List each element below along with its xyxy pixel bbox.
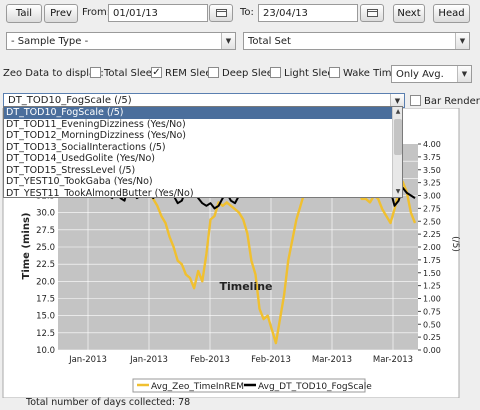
legend-label-fogscale: Avg_DT_TOD10_FogScale (258, 382, 372, 392)
set-select[interactable]: Total Set ▼ (243, 32, 470, 50)
y-tick-label: 17.5 (36, 295, 55, 305)
x-tick-label: Jan-2013 (129, 355, 168, 365)
y-tick-label: 27.5 (36, 226, 55, 236)
y-tick-label: 22.5 (36, 260, 55, 270)
y2-tick-label: 0.00 (423, 346, 441, 355)
y2-tick-label: 3.00 (423, 192, 441, 201)
chevron-down-icon: ▼ (457, 66, 471, 82)
dropdown-option[interactable]: DT_YEST11_TookAlmondButter (Yes/No) (4, 188, 402, 198)
wake-time-label: Wake Time (343, 68, 398, 79)
y2-tick-label: 4.00 (423, 140, 441, 149)
x-tick-label: Feb-2013 (251, 355, 291, 365)
y-tick-label: 30.0 (36, 209, 55, 219)
dropdown-option[interactable]: DT_TOD15_StressLevel (/5) (4, 165, 402, 177)
chevron-down-icon: ▼ (221, 33, 235, 49)
light-sleep-checkbox[interactable] (270, 67, 281, 78)
y2-tick-label: 2.25 (423, 230, 441, 239)
calendar-icon (366, 9, 378, 17)
y-tick-label: 12.5 (36, 329, 55, 339)
y-tick-label: 20.0 (36, 277, 55, 287)
x-tick-label: Jan-2013 (68, 355, 107, 365)
y2-tick-label: 0.25 (423, 333, 441, 342)
scroll-down-icon[interactable]: ▼ (393, 187, 402, 197)
bar-renderer-checkbox[interactable] (410, 95, 421, 106)
from-label: From: (82, 7, 111, 18)
legend-label-rem: Avg_Zeo_TimeInREM (151, 382, 244, 392)
zeo-data-label: Zeo Data to display: (3, 68, 104, 79)
from-date-field[interactable]: 01/01/13 (108, 4, 208, 22)
wake-time-checkbox[interactable] (329, 67, 340, 78)
y2-tick-label: 0.75 (423, 307, 441, 316)
y-tick-label: 25.0 (36, 243, 55, 253)
scroll-up-icon[interactable]: ▲ (393, 107, 402, 117)
calendar-icon (215, 9, 227, 17)
y2-tick-label: 1.50 (423, 269, 441, 278)
head-button[interactable]: Head (433, 4, 470, 23)
y2-tick-label: 2.00 (423, 243, 441, 252)
x-tick-label: Feb-2013 (190, 355, 230, 365)
set-value: Total Set (248, 35, 291, 47)
zeo-mode-select[interactable]: Only Avg. ▼ (391, 65, 472, 83)
to-date-field[interactable]: 23/04/13 (258, 4, 358, 22)
tail-button[interactable]: Tail (6, 4, 42, 23)
y-axis-label: Time (mins) (21, 213, 32, 280)
y-tick-label: 15.0 (36, 312, 55, 322)
sample-type-value: - Sample Type - (11, 35, 89, 47)
chevron-down-icon: ▼ (455, 33, 469, 49)
y-tick-label: 10.0 (36, 346, 55, 356)
prev-button[interactable]: Prev (44, 4, 78, 23)
y2-axis-label: (/5) (450, 236, 460, 252)
y2-tick-label: 1.00 (423, 295, 441, 304)
y2-tick-label: 3.50 (423, 166, 441, 175)
x-axis-label: Timeline (219, 280, 272, 293)
dropdown-option[interactable]: DT_TOD11_EveningDizziness (Yes/No) (4, 119, 402, 131)
x-tick-label: Mar-2013 (312, 355, 352, 365)
days-collected-label: Total number of days collected: 78 (26, 397, 191, 408)
y2-tick-label: 3.75 (423, 153, 441, 162)
dropdown-option[interactable]: DT_YEST10_TookGaba (Yes/No) (4, 176, 402, 188)
y2-tick-label: 1.25 (423, 282, 441, 291)
variable-selected-value: DT_TOD10_FogScale (/5) (8, 95, 132, 106)
deep-sleep-checkbox[interactable] (208, 67, 219, 78)
dropdown-scrollbar[interactable]: ▲ ▼ (392, 107, 402, 197)
variable-dropdown-list[interactable]: DT_TOD10_FogScale (/5) DT_TOD11_EveningDi… (3, 106, 403, 198)
sample-type-select[interactable]: - Sample Type - ▼ (6, 32, 236, 50)
y2-tick-label: 1.75 (423, 256, 441, 265)
dropdown-option[interactable]: DT_TOD12_MorningDizziness (Yes/No) (4, 130, 402, 142)
next-button[interactable]: Next (393, 4, 425, 23)
dropdown-option[interactable]: DT_TOD13_SocialInteractions (/5) (4, 142, 402, 154)
zeo-mode-value: Only Avg. (396, 68, 444, 80)
x-tick-label: Mar-2013 (373, 355, 413, 365)
dropdown-option[interactable]: DT_TOD14_UsedGolite (Yes/No) (4, 153, 402, 165)
y2-tick-label: 0.50 (423, 320, 441, 329)
to-label: To: (240, 7, 254, 18)
dropdown-option[interactable]: DT_TOD10_FogScale (/5) (4, 107, 402, 119)
y2-tick-label: 2.75 (423, 204, 441, 213)
from-calendar-button[interactable] (209, 4, 233, 22)
scroll-thumb[interactable] (394, 119, 402, 155)
y2-tick-label: 3.25 (423, 179, 441, 188)
total-sleep-checkbox[interactable] (90, 67, 101, 78)
bar-renderer-label: Bar Renderer (424, 96, 480, 107)
to-calendar-button[interactable] (360, 4, 384, 22)
y2-tick-label: 2.50 (423, 217, 441, 226)
rem-sleep-checkbox[interactable]: ✓ (151, 67, 162, 78)
